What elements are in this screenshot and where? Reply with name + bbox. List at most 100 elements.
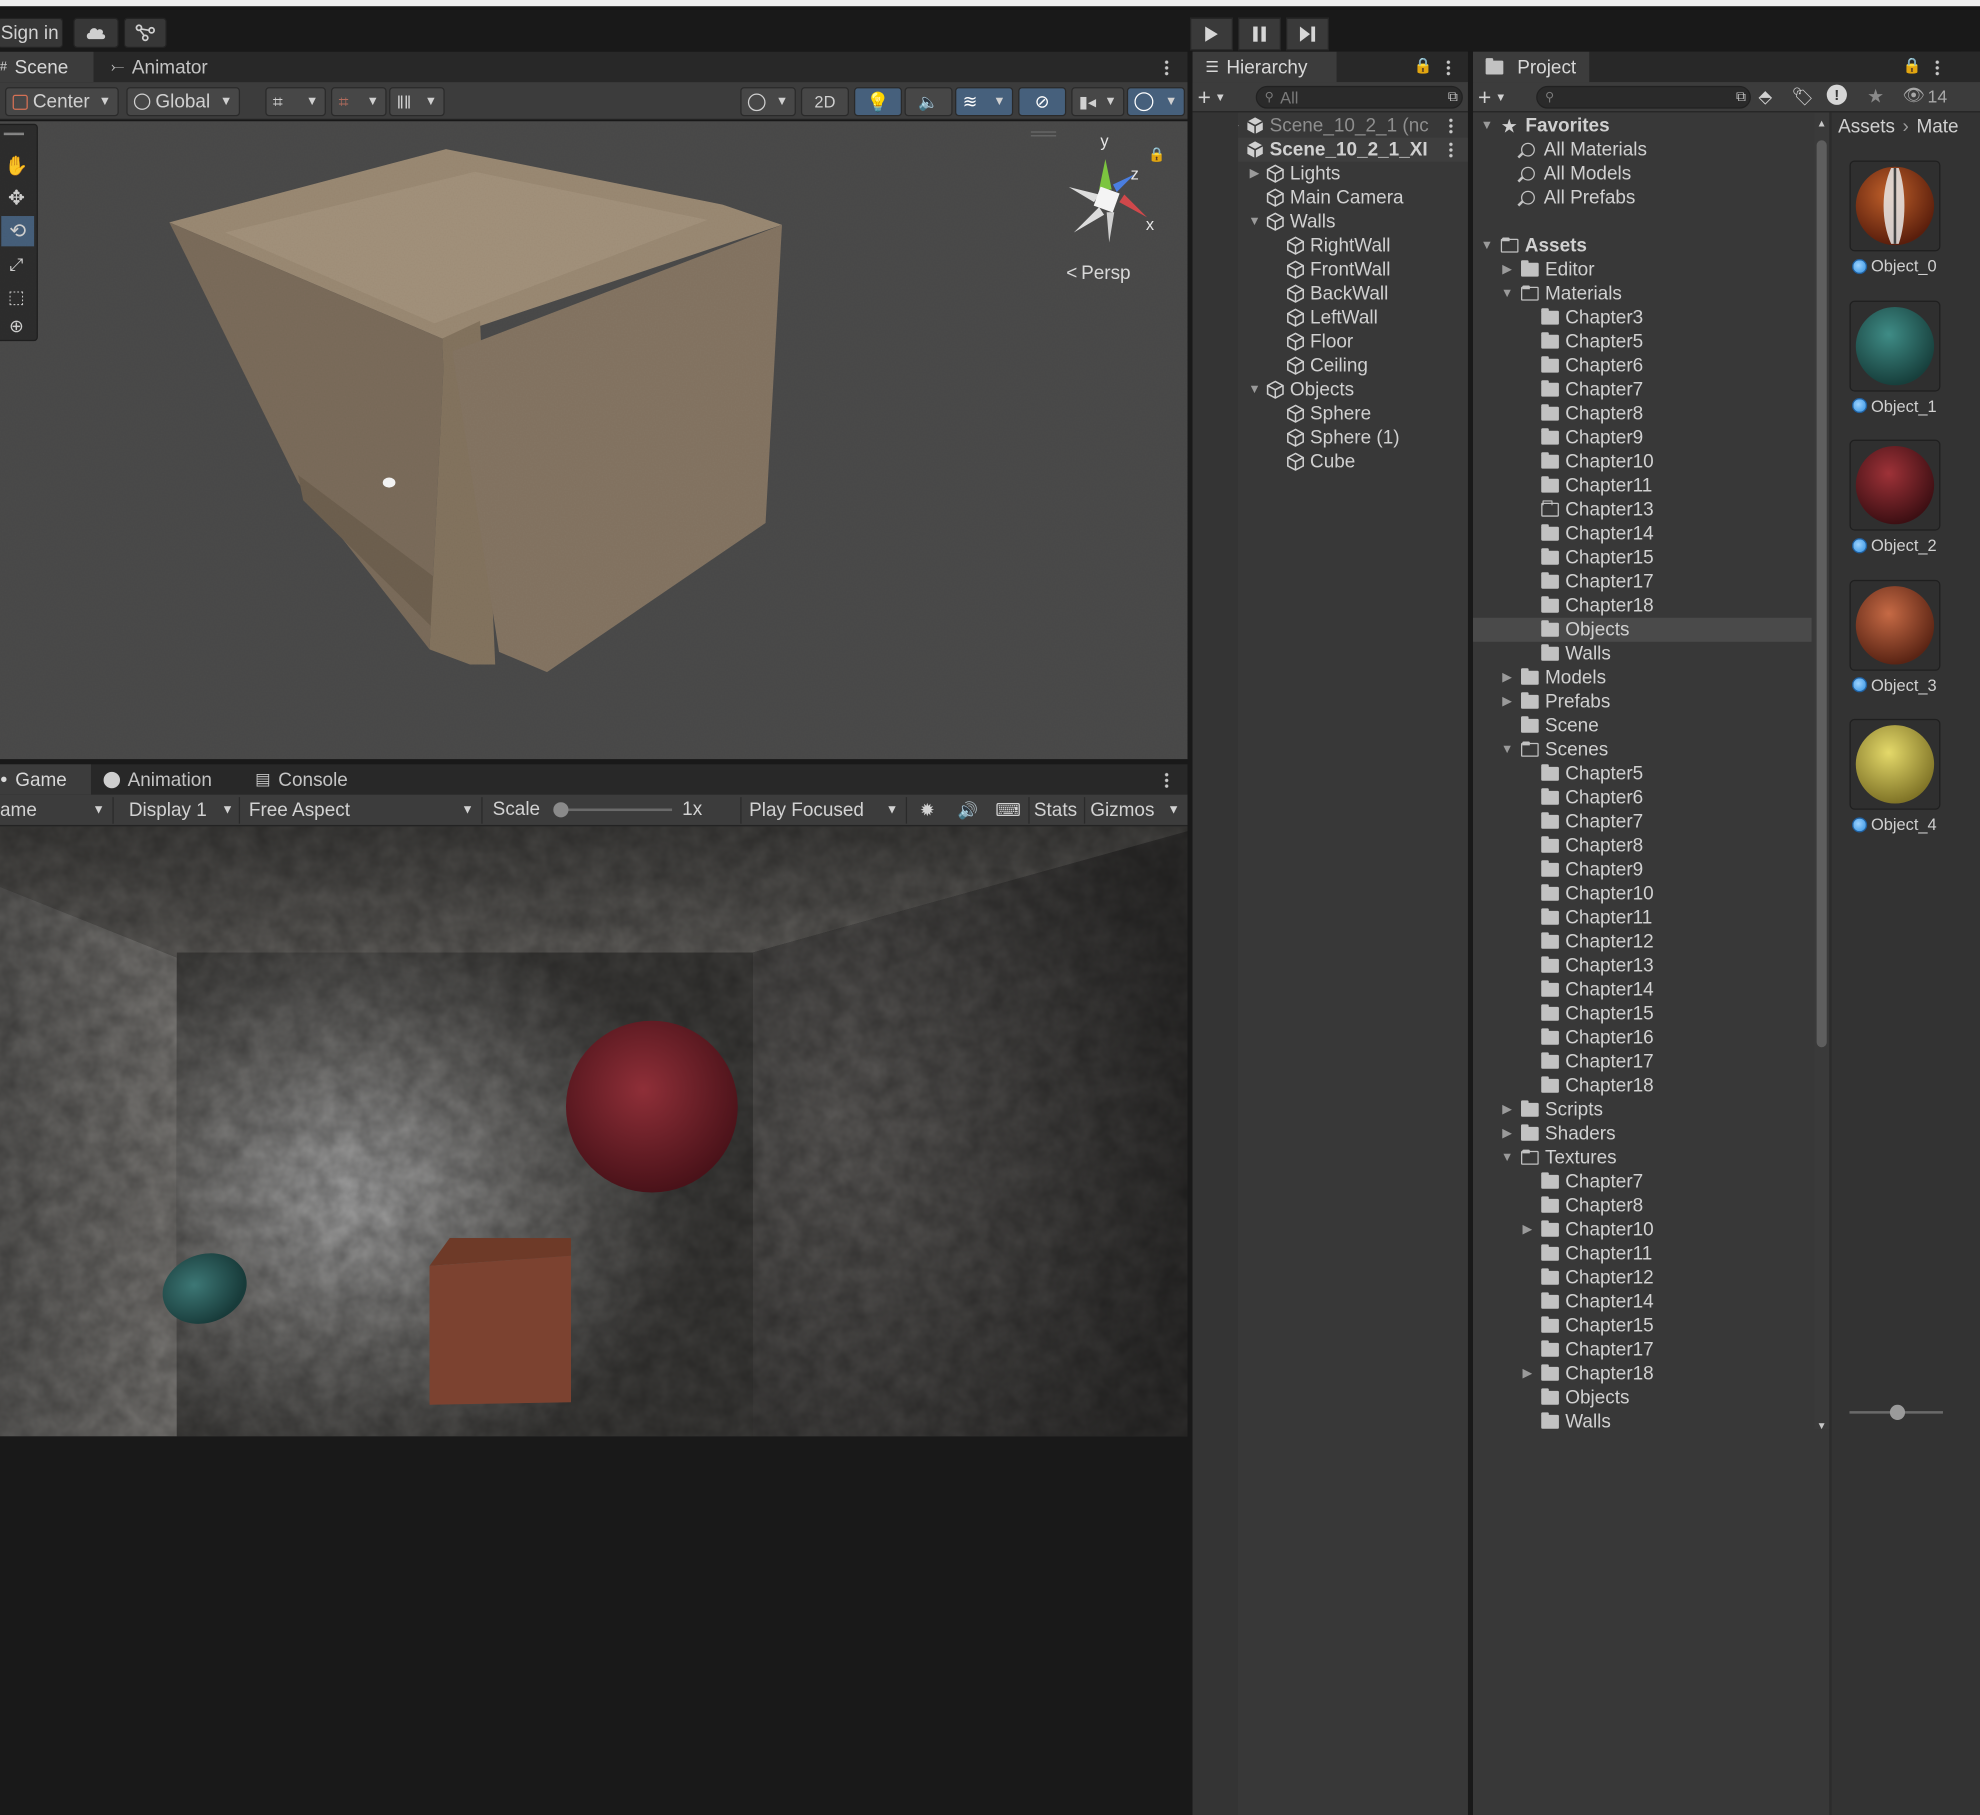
project-tree-item[interactable]: Chapter17: [1473, 1050, 1812, 1074]
thumbnail-size-slider[interactable]: [1849, 1404, 1943, 1420]
display-dropdown[interactable]: Display 1 ▼: [119, 797, 241, 824]
aspect-dropdown[interactable]: Free Aspect ▼: [243, 797, 483, 824]
project-tree-item[interactable]: ▶ Scripts: [1473, 1098, 1812, 1122]
expand-arrow-closed-icon[interactable]: ▶: [1501, 1127, 1514, 1141]
pivot-dropdown[interactable]: Center ▼: [5, 87, 119, 117]
project-tree-item[interactable]: ▶ Shaders: [1473, 1122, 1812, 1146]
lock-icon[interactable]: 🔒: [1414, 57, 1433, 75]
project-tree-item[interactable]: Chapter8: [1473, 402, 1812, 426]
expand-arrow-closed-icon[interactable]: ▶: [1521, 1367, 1534, 1381]
project-tree-item[interactable]: ▼ Materials: [1473, 282, 1812, 306]
project-tree-item[interactable]: Chapter17: [1473, 1338, 1812, 1362]
scroll-down-icon[interactable]: ▼: [1817, 1420, 1827, 1431]
toggle-2d-button[interactable]: 2D: [800, 87, 849, 117]
project-tree-item[interactable]: Chapter13: [1473, 498, 1812, 522]
visibility-toggle[interactable]: ⊘: [1018, 87, 1067, 117]
project-menu[interactable]: [1935, 59, 1940, 76]
project-tree-item[interactable]: ▼ ★ Favorites: [1473, 114, 1812, 138]
type-filter-icon[interactable]: ⬘: [1759, 86, 1773, 107]
orientation-gizmo[interactable]: y z x 🔒: [1059, 129, 1168, 250]
tree-scroll-thumb[interactable]: [1816, 140, 1827, 1048]
camera-dropdown[interactable]: ▮◂ ▼: [1071, 87, 1125, 117]
hierarchy-search-input[interactable]: ⚲ All ⧉: [1255, 85, 1463, 109]
panel-edge-tab[interactable]: [1960, 51, 1980, 83]
project-tree-item[interactable]: Chapter3: [1473, 306, 1812, 330]
project-tree-item[interactable]: All Models: [1473, 162, 1812, 186]
material-thumbnail[interactable]: [1849, 579, 1941, 671]
expand-arrow-closed-icon[interactable]: ▶: [1248, 167, 1261, 181]
expand-arrow-closed-icon[interactable]: ▶: [1501, 1103, 1514, 1117]
search-scope-icon[interactable]: ⧉: [1736, 89, 1746, 105]
gizmo-lock-icon[interactable]: 🔒: [1148, 147, 1165, 163]
hierarchy-menu[interactable]: [1446, 59, 1451, 76]
game-view-dropdown[interactable]: ame ▼: [0, 797, 114, 824]
tab-animator[interactable]: ⤚ Animator: [99, 52, 221, 82]
expand-arrow-closed-icon[interactable]: ▶: [1501, 695, 1514, 709]
light-gizmo[interactable]: [382, 477, 396, 488]
scale-slider-thumb[interactable]: [553, 802, 569, 818]
thumbnail-slider-thumb[interactable]: [1889, 1404, 1906, 1420]
scale-slider[interactable]: [553, 802, 673, 818]
game-viewport[interactable]: [0, 826, 1188, 1437]
scene-menu-icon[interactable]: [1449, 141, 1453, 158]
ruler-dropdown[interactable]: ‖‖ ▼: [389, 87, 445, 117]
mute-audio-toggle[interactable]: 🔊: [950, 797, 985, 824]
expand-arrow-open-icon[interactable]: ▼: [1501, 287, 1514, 301]
hidden-packages-toggle[interactable]: 👁 14: [1903, 85, 1948, 106]
step-button[interactable]: [1286, 17, 1329, 51]
expand-arrow-closed-icon[interactable]: ▶: [1521, 1223, 1534, 1237]
material-thumbnail[interactable]: [1849, 160, 1941, 252]
cloud-button[interactable]: [73, 17, 119, 49]
increment-snap-dropdown[interactable]: ⌗ ▼: [330, 87, 387, 117]
project-tree-item[interactable]: Chapter15: [1473, 1314, 1812, 1338]
brown-cube[interactable]: [429, 1255, 572, 1405]
label-filter-icon[interactable]: 🏷: [1791, 86, 1813, 107]
project-tree-item[interactable]: ▶ Chapter10: [1473, 1218, 1812, 1242]
lock-icon[interactable]: 🔒: [1903, 57, 1922, 75]
project-tree-item[interactable]: Objects: [1473, 1386, 1812, 1410]
tree-scrollbar[interactable]: ▲ ▼: [1814, 112, 1830, 1431]
favorite-icon[interactable]: ★: [1867, 85, 1884, 107]
sign-in-button[interactable]: Sign in: [0, 17, 64, 49]
tab-console[interactable]: ▤ Console: [243, 764, 361, 794]
project-tree-item[interactable]: Chapter18: [1473, 1074, 1812, 1098]
project-tree-item[interactable]: Chapter7: [1473, 1170, 1812, 1194]
project-tree-item[interactable]: Chapter17: [1473, 570, 1812, 594]
project-search-input[interactable]: ⚲ ⧉: [1536, 85, 1751, 109]
project-tree-item[interactable]: ▶ Prefabs: [1473, 690, 1812, 714]
project-create-dropdown[interactable]: + ▼: [1478, 84, 1521, 110]
project-tree-item[interactable]: ▼ Textures: [1473, 1146, 1812, 1170]
create-dropdown[interactable]: + ▼: [1198, 84, 1241, 110]
project-tree-item[interactable]: Chapter8: [1473, 1194, 1812, 1218]
scene-visibility-icon[interactable]: ⧉: [1448, 89, 1458, 105]
project-tree-item[interactable]: Chapter10: [1473, 450, 1812, 474]
audio-toggle[interactable]: 🔈: [904, 87, 953, 117]
effects-dropdown[interactable]: ≋ ▼: [955, 87, 1014, 117]
project-tree-item[interactable]: Chapter11: [1473, 906, 1812, 930]
project-tree-item[interactable]: Chapter10: [1473, 882, 1812, 906]
project-tree-item[interactable]: ▶ Chapter18: [1473, 1362, 1812, 1386]
lighting-toggle[interactable]: 💡: [853, 87, 902, 117]
shading-mode-dropdown[interactable]: ▼: [740, 87, 796, 117]
expand-arrow-open-icon[interactable]: ▼: [1501, 743, 1514, 757]
project-tree-item[interactable]: Chapter15: [1473, 1002, 1812, 1026]
grid-snap-dropdown[interactable]: ⌗ ▼: [265, 87, 326, 117]
project-tree-item[interactable]: Chapter6: [1473, 354, 1812, 378]
project-tree-item[interactable]: Scene: [1473, 714, 1812, 738]
tab-animation[interactable]: Animation: [91, 764, 225, 794]
breadcrumb-assets[interactable]: Assets: [1838, 116, 1895, 137]
project-tree-item[interactable]: Chapter7: [1473, 810, 1812, 834]
gizmos-dropdown[interactable]: ▼: [1126, 87, 1185, 117]
project-tree-item[interactable]: Chapter14: [1473, 522, 1812, 546]
project-tree-item[interactable]: All Materials: [1473, 138, 1812, 162]
red-sphere[interactable]: [565, 1020, 738, 1193]
room-model[interactable]: [0, 121, 1188, 760]
tab-project[interactable]: Project: [1473, 51, 1590, 83]
expand-arrow-closed-icon[interactable]: ▶: [1501, 263, 1514, 277]
stats-button[interactable]: Stats: [1028, 797, 1081, 824]
project-tree-item[interactable]: Chapter14: [1473, 1290, 1812, 1314]
collab-button[interactable]: [123, 17, 167, 49]
gizmos-button[interactable]: Gizmos ▼: [1083, 797, 1188, 824]
project-tree-item[interactable]: Chapter12: [1473, 930, 1812, 954]
project-tree-item[interactable]: Chapter9: [1473, 426, 1812, 450]
